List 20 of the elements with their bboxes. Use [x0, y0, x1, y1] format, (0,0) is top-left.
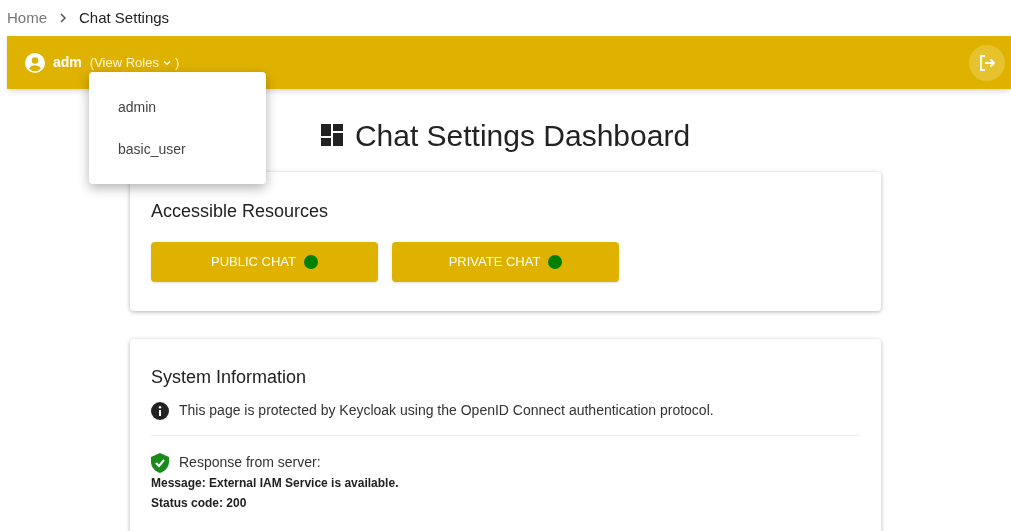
card-heading: System Information: [151, 366, 308, 389]
info-icon: [151, 401, 169, 420]
breadcrumb-item: Chat Settings: [79, 7, 170, 28]
username: adm: [53, 53, 82, 72]
dashboard-icon: [320, 124, 343, 146]
user-icon: [25, 52, 45, 73]
shield-check-icon: [151, 452, 169, 473]
chevron-down-icon: [162, 59, 171, 66]
role-item[interactable]: admin: [89, 86, 266, 128]
logout-icon: [978, 53, 996, 72]
response-label: Response from server:: [179, 453, 321, 472]
response-message: Message: External IAM Service is available.: [151, 475, 400, 492]
role-item[interactable]: basic_user: [89, 128, 266, 170]
status-code: Status code: 200: [151, 495, 248, 512]
page-title: Chat Settings Dashboard: [354, 117, 691, 154]
protection-notice: This page is protected by Keycloak using the OpenID Connect authentication protocol.: [179, 401, 714, 420]
logout-button[interactable]: [969, 44, 1005, 81]
breadcrumb-item[interactable]: Home: [7, 6, 47, 30]
chevron-icon: [59, 13, 67, 23]
card-heading: Accessible Resources: [151, 200, 330, 223]
